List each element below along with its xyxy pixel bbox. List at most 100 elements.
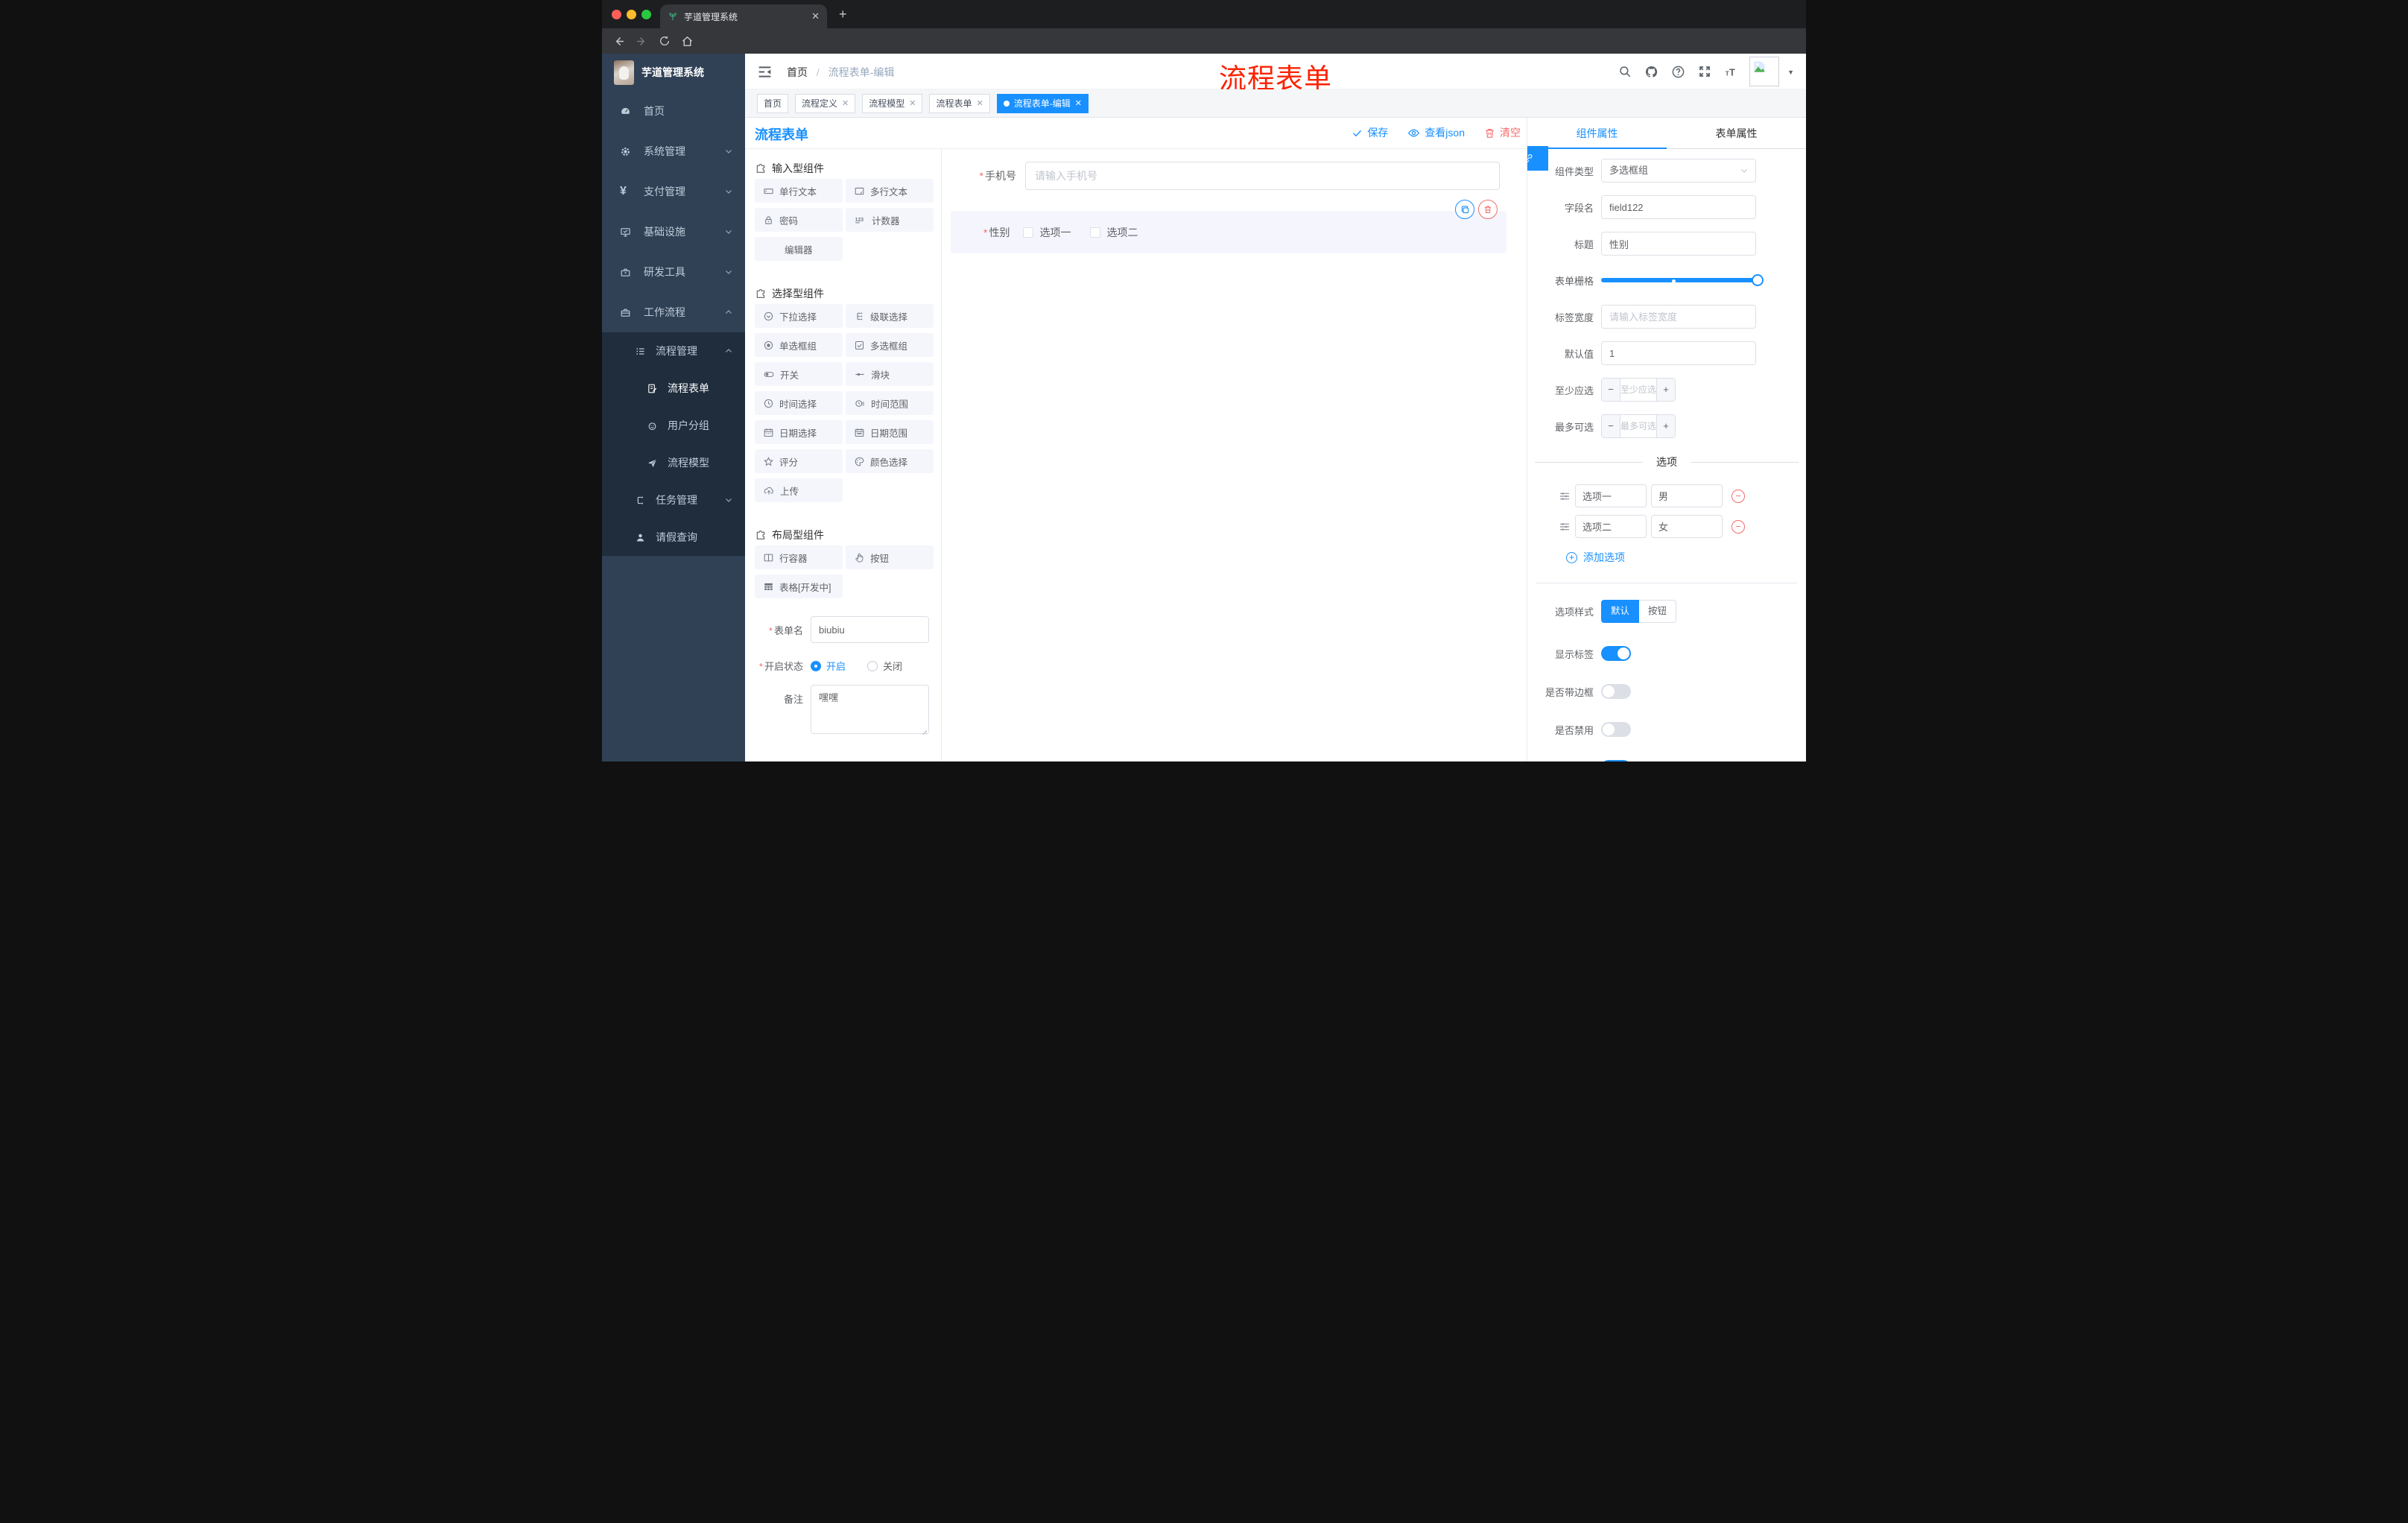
sidebar-item-process-model[interactable]: 流程模型 xyxy=(602,444,745,481)
tag-process-form[interactable]: 流程表单 ✕ xyxy=(929,93,990,113)
new-tab-button[interactable]: + xyxy=(839,7,847,21)
style-default-button[interactable]: 默认 xyxy=(1601,600,1640,623)
selected-component-gender[interactable]: * 性别 选项一 选项二 xyxy=(951,211,1506,253)
status-off-label[interactable]: 关闭 xyxy=(883,659,902,673)
traffic-zoom-button[interactable] xyxy=(641,10,651,19)
traffic-close-button[interactable] xyxy=(612,10,621,19)
user-avatar[interactable] xyxy=(1749,57,1779,86)
component-table-dev[interactable]: 表格[开发中] xyxy=(755,574,843,598)
phone-input[interactable] xyxy=(1025,162,1500,190)
clear-button[interactable]: 清空 xyxy=(1484,125,1521,140)
view-json-button[interactable]: 查看json xyxy=(1407,125,1465,140)
tag-close-icon[interactable]: ✕ xyxy=(842,98,849,108)
caret-down-icon[interactable]: ▼ xyxy=(1787,69,1794,76)
component-checkbox-group[interactable]: 多选框组 xyxy=(846,333,934,357)
required-toggle[interactable] xyxy=(1601,760,1631,762)
remove-option-button[interactable]: − xyxy=(1731,519,1745,533)
github-icon[interactable] xyxy=(1644,65,1658,79)
component-color-picker[interactable]: 颜色选择 xyxy=(846,449,934,473)
tag-process-definition[interactable]: 流程定义 ✕ xyxy=(795,93,856,113)
save-button[interactable]: 保存 xyxy=(1352,125,1388,140)
drag-handle-icon[interactable] xyxy=(1559,490,1571,502)
sidebar-item-workflow[interactable]: 工作流程 xyxy=(602,292,745,332)
component-editor[interactable]: 编辑器 xyxy=(755,237,843,261)
selected-component-link-tab[interactable] xyxy=(1527,146,1548,171)
slider-handle[interactable] xyxy=(1752,274,1764,286)
delete-component-button[interactable] xyxy=(1478,200,1498,219)
tag-process-form-edit[interactable]: 流程表单-编辑 ✕ xyxy=(996,93,1089,113)
component-counter[interactable]: 123 计数器 xyxy=(846,208,934,232)
field-name-input[interactable] xyxy=(1601,195,1756,219)
component-upload[interactable]: 上传 xyxy=(755,478,843,502)
show-label-toggle[interactable] xyxy=(1601,646,1631,661)
component-multi-line-text[interactable]: 多行文本 xyxy=(846,179,934,203)
tab-form-props[interactable]: 表单属性 xyxy=(1667,118,1806,149)
sidebar-item-process-form[interactable]: 流程表单 xyxy=(602,370,745,407)
remove-option-button[interactable]: − xyxy=(1731,489,1745,503)
option1-label-input[interactable] xyxy=(1575,484,1647,507)
tag-process-model[interactable]: 流程模型 ✕ xyxy=(862,93,923,113)
browser-tab[interactable]: 芋道管理系统 ✕ xyxy=(660,4,827,28)
traffic-minimize-button[interactable] xyxy=(627,10,636,19)
sidebar-item-user-group[interactable]: 用户分组 xyxy=(602,407,745,444)
component-slider[interactable]: 滑块 xyxy=(846,362,934,386)
default-value-input[interactable] xyxy=(1601,341,1756,365)
gender-option1-label[interactable]: 选项一 xyxy=(1039,225,1071,240)
sidebar-item-home[interactable]: 首页 xyxy=(602,91,745,131)
component-row-container[interactable]: 行容器 xyxy=(755,545,843,569)
component-password[interactable]: 密码 xyxy=(755,208,843,232)
gender-option1-checkbox[interactable] xyxy=(1023,227,1034,238)
sidebar-item-system[interactable]: 系统管理 xyxy=(602,131,745,171)
component-single-line-text[interactable]: 单行文本 xyxy=(755,179,843,203)
label-width-input[interactable] xyxy=(1601,305,1756,329)
min-select-value[interactable]: 至少应选 xyxy=(1620,379,1656,401)
forward-icon[interactable] xyxy=(636,35,648,48)
component-select[interactable]: 下拉选择 xyxy=(755,304,843,328)
max-select-value[interactable]: 最多可选 xyxy=(1620,415,1656,437)
component-time-range[interactable]: 时间范围 xyxy=(846,391,934,415)
stepper-plus-button[interactable]: + xyxy=(1656,379,1675,401)
option1-value-input[interactable] xyxy=(1651,484,1723,507)
search-icon[interactable] xyxy=(1618,65,1632,78)
sidebar-item-process-management[interactable]: 流程管理 xyxy=(602,332,745,370)
sidebar-item-payment[interactable]: ¥ 支付管理 xyxy=(602,171,745,212)
status-off-radio[interactable] xyxy=(867,660,878,671)
sidebar-item-infrastructure[interactable]: 基础设施 xyxy=(602,212,745,252)
gender-option2-label[interactable]: 选项二 xyxy=(1106,225,1138,240)
add-option-button[interactable]: + 添加选项 xyxy=(1566,550,1806,565)
gender-option2-checkbox[interactable] xyxy=(1090,227,1101,238)
stepper-minus-button[interactable]: − xyxy=(1602,379,1620,401)
form-name-input[interactable] xyxy=(811,616,929,643)
style-button-button[interactable]: 按钮 xyxy=(1639,600,1677,623)
tab-component-props[interactable]: 组件属性 xyxy=(1527,118,1667,149)
option2-value-input[interactable] xyxy=(1651,515,1723,538)
component-radio-group[interactable]: 单选框组 xyxy=(755,333,843,357)
component-date-range[interactable]: 日期范围 xyxy=(846,420,934,444)
tag-close-icon[interactable]: ✕ xyxy=(909,98,916,108)
component-switch[interactable]: 开关 xyxy=(755,362,843,386)
tag-home[interactable]: 首页 xyxy=(757,93,789,113)
font-size-icon[interactable]: TT xyxy=(1724,65,1739,78)
title-input[interactable] xyxy=(1601,232,1756,256)
drag-handle-icon[interactable] xyxy=(1559,521,1571,533)
component-button[interactable]: 按钮 xyxy=(846,545,934,569)
component-type-select[interactable]: 多选框组 xyxy=(1601,159,1756,183)
form-remark-textarea[interactable] xyxy=(811,685,929,734)
slider-track[interactable] xyxy=(1601,278,1758,282)
form-grid-slider[interactable] xyxy=(1601,268,1764,292)
tag-close-icon[interactable]: ✕ xyxy=(977,98,983,108)
home-icon[interactable] xyxy=(681,35,694,48)
status-on-radio[interactable] xyxy=(811,660,821,671)
question-icon[interactable] xyxy=(1671,65,1685,79)
with-border-toggle[interactable] xyxy=(1601,684,1631,699)
tag-close-icon[interactable]: ✕ xyxy=(1075,98,1082,108)
sidebar-item-task-management[interactable]: 任务管理 xyxy=(602,481,745,519)
component-cascader[interactable]: 级联选择 xyxy=(846,304,934,328)
hamburger-icon[interactable] xyxy=(757,64,773,80)
stepper-minus-button[interactable]: − xyxy=(1602,415,1620,437)
option2-label-input[interactable] xyxy=(1575,515,1647,538)
sidebar-item-leave-query[interactable]: 请假查询 xyxy=(602,519,745,556)
reload-icon[interactable] xyxy=(659,35,671,47)
component-time-picker[interactable]: 时间选择 xyxy=(755,391,843,415)
fullscreen-icon[interactable] xyxy=(1698,65,1711,78)
